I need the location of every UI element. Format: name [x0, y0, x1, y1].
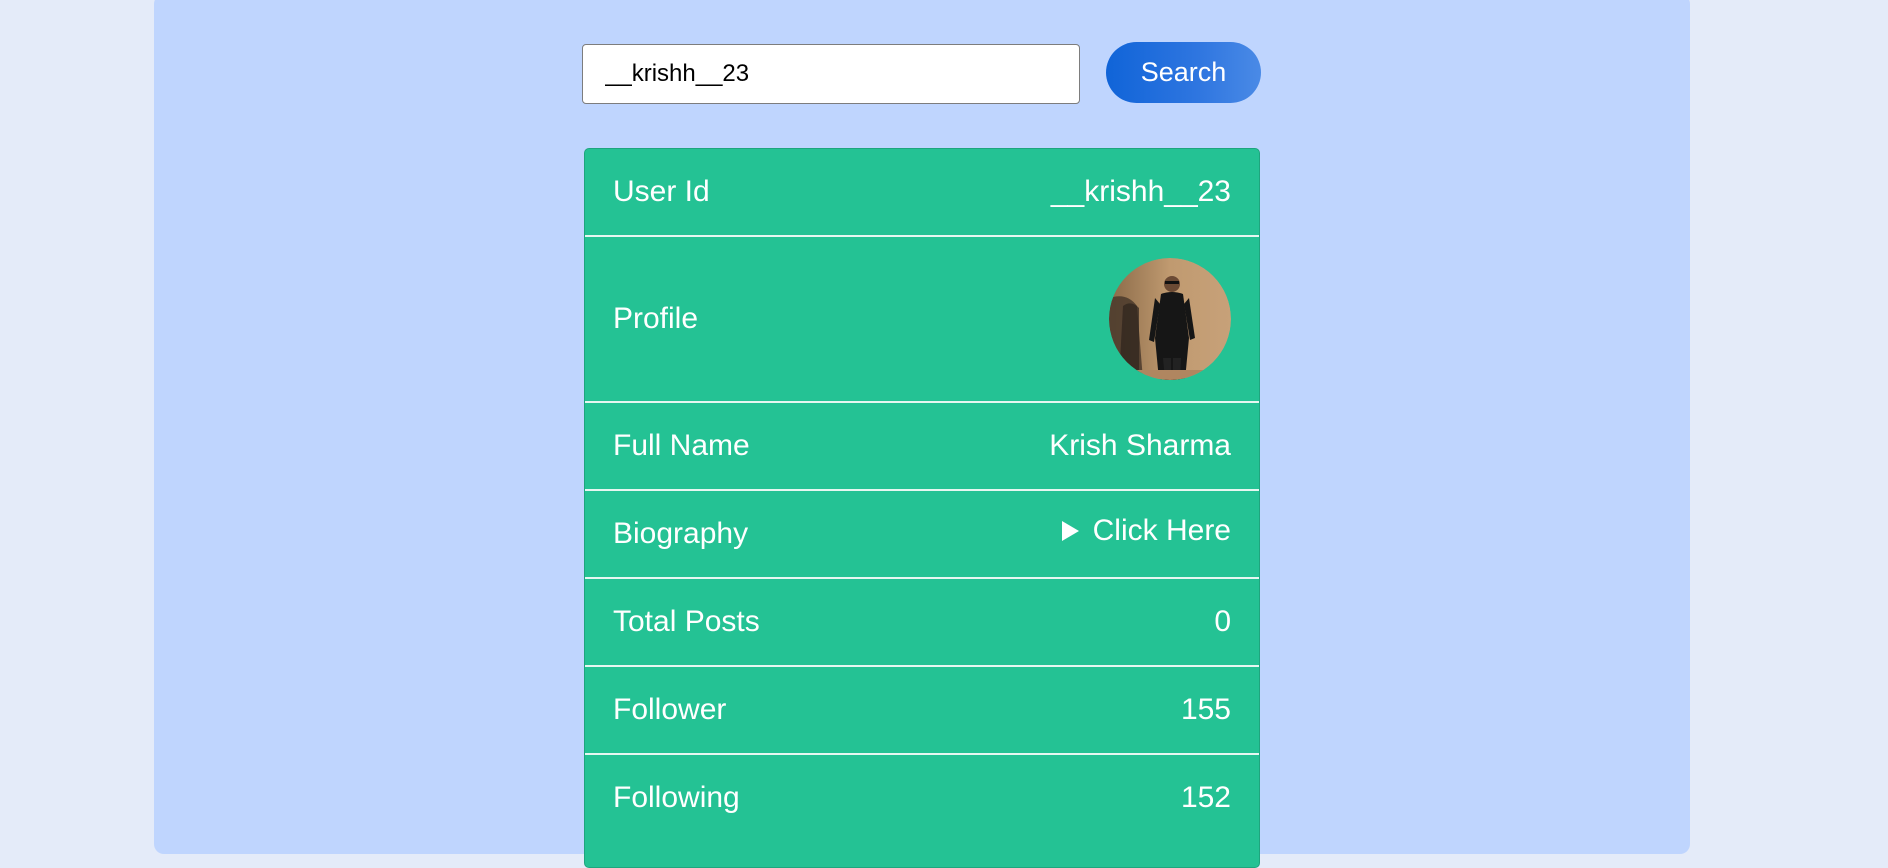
disclosure-triangle-icon: [1061, 521, 1079, 541]
total-posts-row: Total Posts 0: [585, 579, 1259, 665]
following-row: Following 152: [585, 755, 1259, 841]
user-id-label: User Id: [613, 175, 710, 208]
full-name-label: Full Name: [613, 429, 750, 462]
biography-toggle-label: Click Here: [1092, 514, 1231, 547]
follower-value: 155: [1180, 693, 1231, 726]
profile-row: Profile: [585, 237, 1259, 401]
user-id-value: __krishh__23: [1050, 175, 1231, 208]
full-name-value: Krish Sharma: [1049, 429, 1231, 462]
biography-label: Biography: [613, 517, 749, 550]
biography-row: Biography Click Here: [585, 491, 1259, 577]
username-search-input[interactable]: [582, 44, 1080, 104]
user-id-row: User Id __krishh__23: [585, 149, 1259, 235]
follower-label: Follower: [613, 693, 727, 726]
profile-card: User Id __krishh__23 Profile Full Name K…: [584, 148, 1260, 868]
search-button[interactable]: Search: [1106, 42, 1261, 103]
total-posts-label: Total Posts: [613, 605, 760, 638]
following-label: Following: [613, 781, 740, 814]
profile-label: Profile: [613, 302, 699, 335]
following-value: 152: [1180, 781, 1231, 814]
biography-toggle[interactable]: Click Here: [1061, 514, 1231, 548]
full-name-row: Full Name Krish Sharma: [585, 403, 1259, 489]
follower-row: Follower 155: [585, 667, 1259, 753]
profile-avatar: [1109, 258, 1231, 380]
total-posts-value: 0: [1214, 605, 1231, 638]
